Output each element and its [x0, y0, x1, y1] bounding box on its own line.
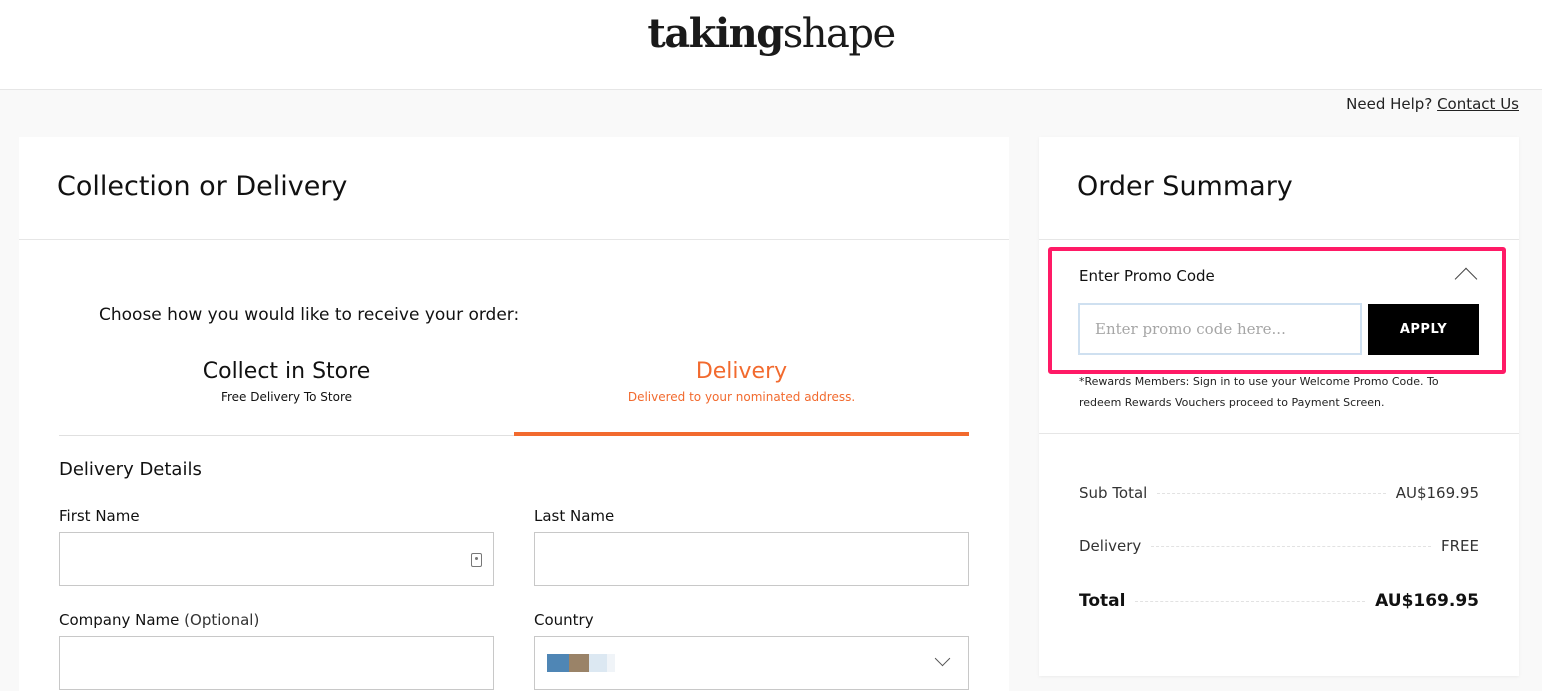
- country-label: Country: [534, 611, 594, 629]
- promo-code-input[interactable]: [1078, 303, 1362, 355]
- subtotal-row: Sub Total AU$169.95: [1079, 484, 1479, 502]
- row-value: AU$169.95: [1375, 591, 1479, 611]
- first-name-label: First Name: [59, 507, 140, 525]
- delivery-row: Delivery FREE: [1079, 537, 1479, 555]
- delivery-panel: Collection or Delivery Choose how you wo…: [19, 137, 1009, 691]
- row-label: Total: [1079, 591, 1126, 611]
- company-name-field[interactable]: [59, 636, 494, 690]
- company-name-label: Company Name (Optional): [59, 611, 259, 629]
- row-value: FREE: [1440, 537, 1479, 555]
- contact-us-link[interactable]: Contact Us: [1437, 95, 1519, 113]
- total-row: Total AU$169.95: [1079, 591, 1479, 611]
- dotted-leader: [1135, 600, 1366, 602]
- contact-card-icon[interactable]: [471, 553, 482, 567]
- row-label: Sub Total: [1079, 484, 1148, 502]
- choose-prompt: Choose how you would like to receive you…: [99, 305, 520, 325]
- apply-button[interactable]: APPLY: [1368, 304, 1479, 355]
- row-label: Delivery: [1079, 537, 1142, 555]
- optional-tag: (Optional): [184, 611, 260, 629]
- summary-divider: [1039, 433, 1519, 434]
- section-title: Delivery Details: [59, 459, 202, 480]
- site-header: takingshape: [0, 0, 1542, 90]
- panel-title: Order Summary: [1077, 171, 1293, 202]
- panel-divider: [19, 239, 1009, 240]
- tab-subtitle: Delivered to your nominated address.: [627, 390, 856, 404]
- chevron-down-icon: [934, 650, 951, 667]
- row-value: AU$169.95: [1395, 484, 1479, 502]
- dotted-leader: [1157, 492, 1386, 494]
- tab-subtitle: Free Delivery To Store: [220, 390, 353, 404]
- logo-bold: taking: [647, 10, 784, 57]
- dotted-leader: [1151, 545, 1431, 547]
- country-select[interactable]: [534, 636, 969, 690]
- tab-title: Collect in Store: [202, 359, 371, 384]
- panel-title: Collection or Delivery: [57, 171, 348, 202]
- country-flag-icon: [547, 654, 617, 672]
- tab-collect-in-store[interactable]: Collect in Store Free Delivery To Store: [59, 359, 514, 404]
- tab-active-indicator: [514, 432, 969, 436]
- logo-light: shape: [782, 11, 896, 57]
- last-name-field[interactable]: [534, 532, 969, 586]
- first-name-field[interactable]: [59, 532, 494, 586]
- rewards-note: *Rewards Members: Sign in to use your We…: [1079, 375, 1439, 409]
- help-label: Need Help?: [1346, 95, 1433, 113]
- promo-title[interactable]: Enter Promo Code: [1079, 267, 1215, 285]
- last-name-label: Last Name: [534, 507, 615, 525]
- panel-divider: [1039, 239, 1519, 240]
- order-summary-panel: Order Summary Enter Promo Code APPLY *Re…: [1039, 137, 1519, 676]
- tab-delivery[interactable]: Delivery Delivered to your nominated add…: [514, 359, 969, 404]
- tab-title: Delivery: [695, 359, 788, 384]
- company-label-text: Company Name: [59, 611, 180, 629]
- help-text: Need Help? Contact Us: [1346, 95, 1519, 113]
- logo[interactable]: takingshape: [0, 10, 1542, 57]
